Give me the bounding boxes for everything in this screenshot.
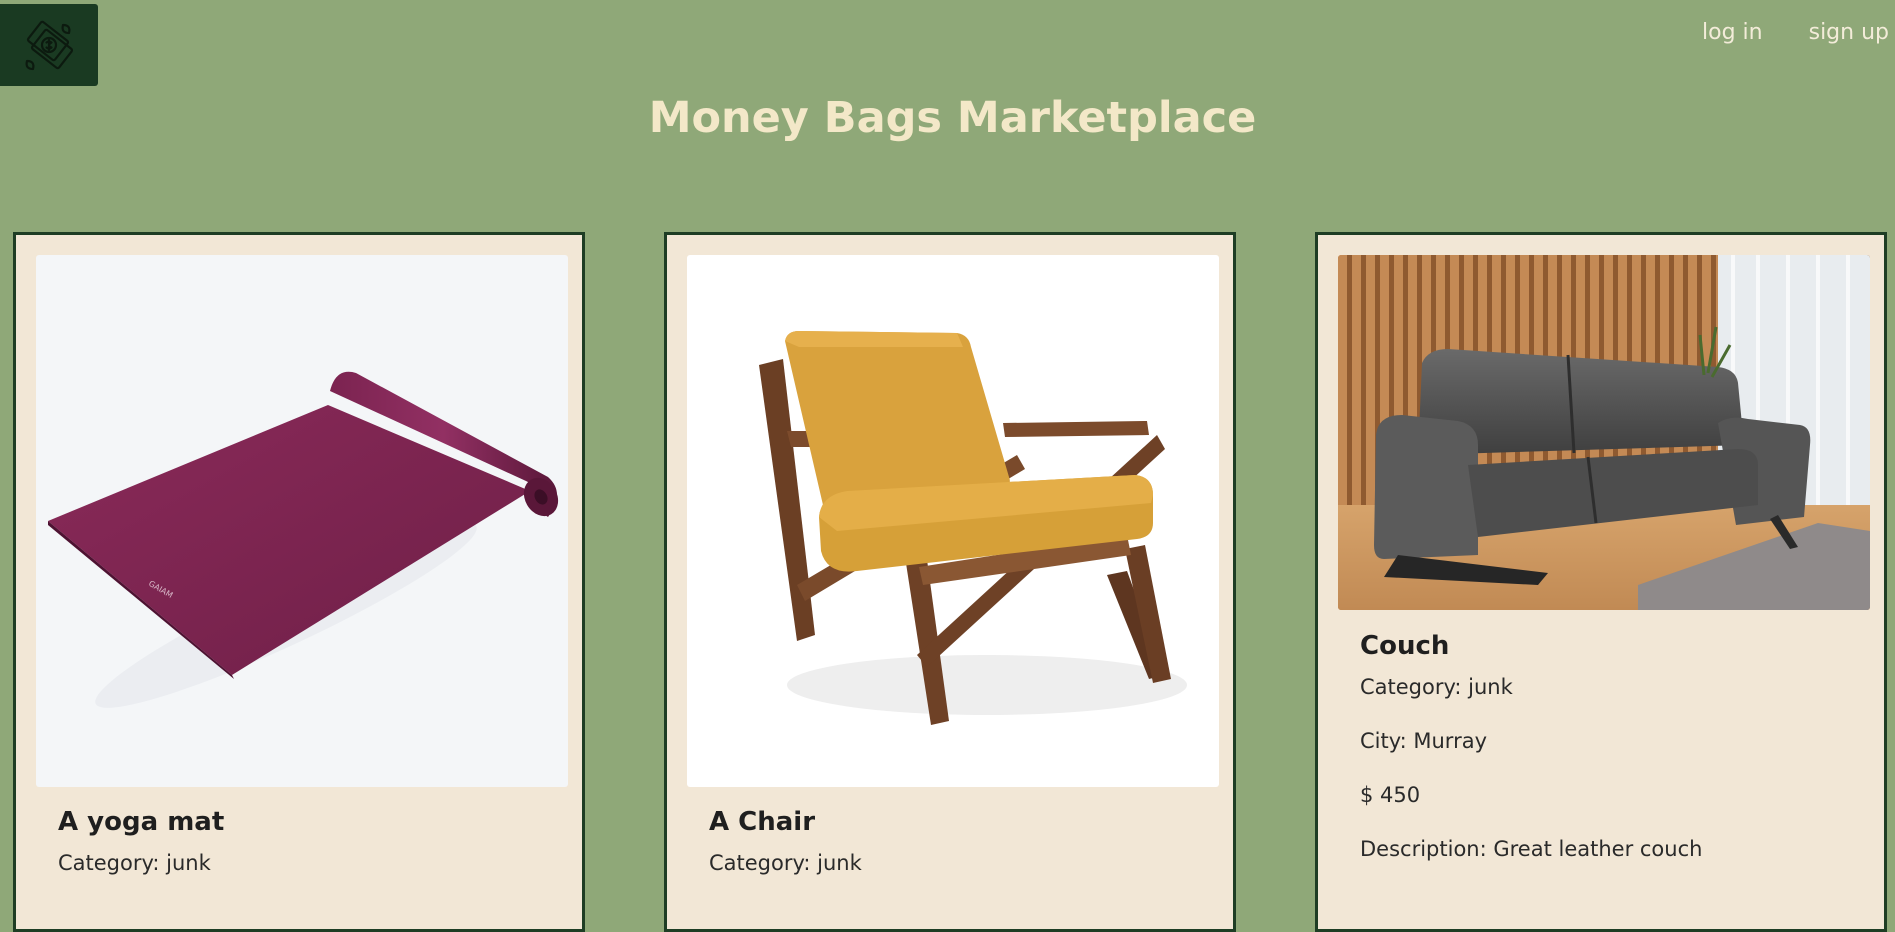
listing-details: A yoga mat Category: junk — [58, 807, 562, 905]
logo[interactable] — [0, 4, 98, 86]
couch-image — [1338, 255, 1870, 610]
listing-title[interactable]: Couch — [1360, 631, 1864, 661]
money-bag-icon — [25, 20, 74, 71]
listing-card[interactable]: GAIAM A yoga mat Category: junk — [13, 232, 585, 932]
chair-image — [687, 255, 1219, 787]
listing-city: City: Murray — [1360, 729, 1488, 753]
signup-link[interactable]: sign up — [1809, 20, 1889, 45]
listing-description: Description: Great leather couch — [1360, 837, 1703, 861]
listing-price: $ 450 — [1360, 783, 1421, 807]
listing-details: A Chair Category: junk — [709, 807, 1213, 905]
page-title: Money Bags Marketplace — [648, 93, 1257, 143]
listing-category: Category: junk — [58, 851, 211, 875]
top-nav: log in sign up — [1702, 20, 1889, 45]
listing-title[interactable]: A yoga mat — [58, 807, 562, 837]
listing-card[interactable]: A Chair Category: junk — [664, 232, 1236, 932]
listing-title[interactable]: A Chair — [709, 807, 1213, 837]
listing-category: Category: junk — [709, 851, 862, 875]
yoga-mat-image: GAIAM — [36, 255, 568, 787]
listing-card[interactable]: Couch Category: junk City: Murray $ 450 … — [1315, 232, 1887, 932]
listing-details: Couch Category: junk City: Murray $ 450 … — [1360, 631, 1864, 891]
listing-category: Category: junk — [1360, 675, 1513, 699]
login-link[interactable]: log in — [1702, 20, 1763, 45]
